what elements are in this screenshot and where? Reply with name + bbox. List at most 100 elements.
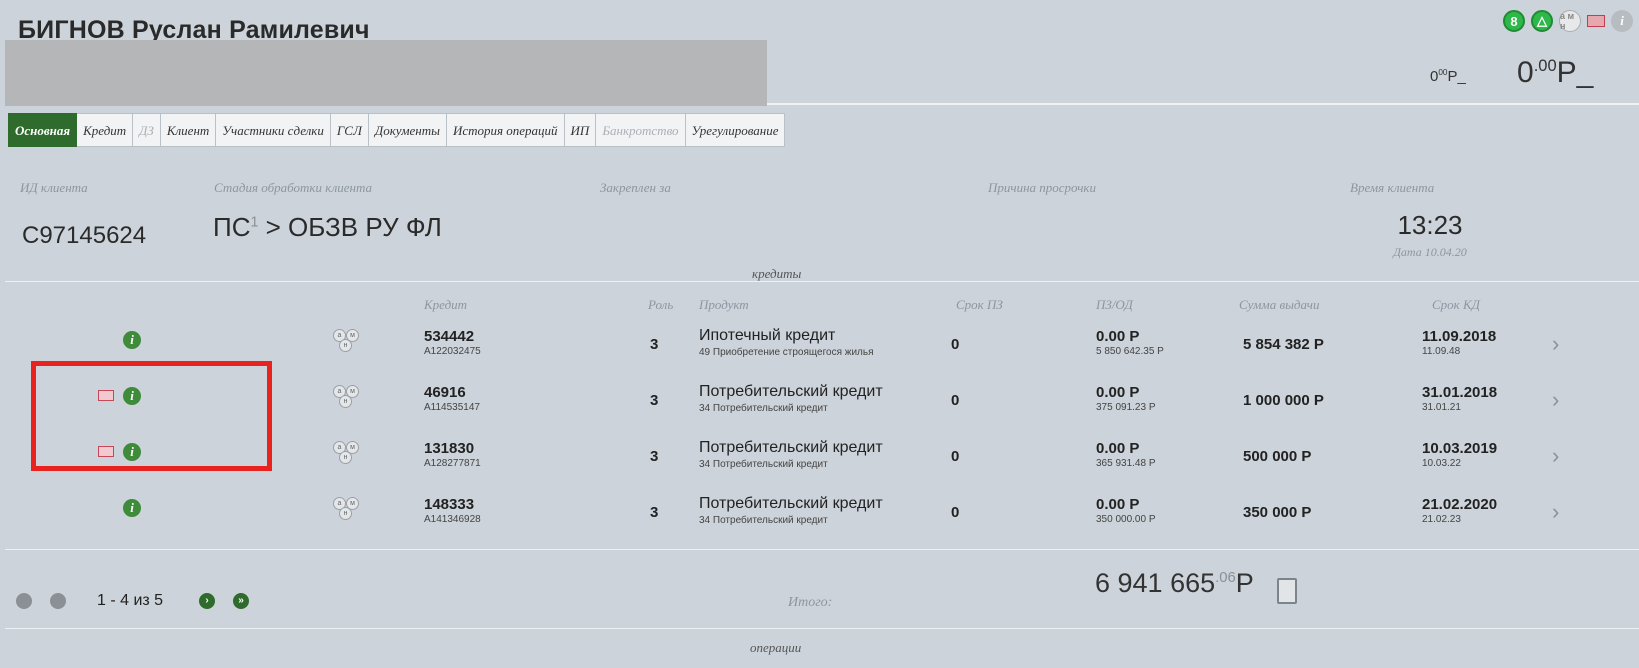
chevron-right-icon[interactable]: › <box>1552 331 1559 357</box>
tab-participants[interactable]: Участники сделки <box>216 113 331 147</box>
amount-value: 500 000 Р <box>1243 448 1312 465</box>
product-name: Ипотечный кредит <box>699 327 836 344</box>
role-value: 3 <box>650 504 659 521</box>
credits-divider <box>5 281 1639 282</box>
table-footer-divider <box>5 549 1639 550</box>
roles-icon[interactable]: a м н <box>1559 10 1581 32</box>
flag-icon[interactable] <box>1587 15 1605 27</box>
amount-value: 1 000 000 Р <box>1243 392 1324 409</box>
roles-icon[interactable]: aмн <box>333 329 361 353</box>
tab-gsl[interactable]: ГСЛ <box>330 113 369 147</box>
product-name: Потребительский кредит <box>699 495 883 512</box>
term-kd-sub: 10.03.22 <box>1422 458 1461 469</box>
credit-account: А128277871 <box>424 458 481 469</box>
col-term-kd: Срок КД <box>1432 297 1480 312</box>
product-name: Потребительский кредит <box>699 439 883 456</box>
col-amount: Сумма выдачи <box>1239 297 1320 312</box>
calculator-icon[interactable] <box>1277 578 1297 604</box>
role-value: 3 <box>650 448 659 465</box>
credit-number[interactable]: 46916 <box>424 384 466 401</box>
roles-icon[interactable]: aмн <box>333 497 361 521</box>
product-sub: 34 Потребительский кредит <box>699 515 828 526</box>
role-value: 3 <box>650 336 659 353</box>
status-8-icon[interactable]: 8 <box>1503 10 1525 32</box>
od-value: 365 931.48 Р <box>1096 458 1156 469</box>
credit-number[interactable]: 534442 <box>424 328 474 345</box>
client-date: Дата 10.04.20 <box>1393 245 1467 259</box>
od-value: 5 850 642.35 Р <box>1096 346 1164 357</box>
col-credit: Кредит <box>424 297 468 312</box>
next-page-button[interactable]: › <box>199 593 215 609</box>
term-kd: 10.03.2019 <box>1422 440 1498 457</box>
term-kd: 31.01.2018 <box>1422 384 1498 401</box>
first-page-button[interactable] <box>16 593 32 609</box>
tab-credit[interactable]: Кредит <box>77 113 134 147</box>
tab-operations-history[interactable]: История операций <box>446 113 565 147</box>
prev-page-button[interactable] <box>50 593 66 609</box>
od-value: 350 000.00 Р <box>1096 514 1156 525</box>
pz-value: 0.00 Р <box>1096 328 1140 345</box>
tab-documents[interactable]: Документы <box>368 113 447 147</box>
col-product: Продукт <box>699 297 749 312</box>
term-kd: 11.09.2018 <box>1422 328 1497 345</box>
balance-small: 000Р_ <box>1430 68 1466 85</box>
tab-dz[interactable]: ДЗ <box>133 113 161 147</box>
credit-account: А122032475 <box>424 346 481 357</box>
term-pz: 0 <box>951 504 960 521</box>
total-value: 6 941 665.06Р <box>1095 568 1254 598</box>
col-pz-od: ПЗ/ОД <box>1096 297 1133 312</box>
term-kd-sub: 31.01.21 <box>1422 402 1461 413</box>
operations-divider <box>5 628 1639 629</box>
col-role: Роль <box>648 297 674 312</box>
amount-value: 350 000 Р <box>1243 504 1312 521</box>
credit-number[interactable]: 148333 <box>424 496 474 513</box>
overdue-reason-label: Причина просрочки <box>988 180 1097 195</box>
tab-settlement[interactable]: Урегулирование <box>685 113 786 147</box>
highlight-box <box>31 361 272 471</box>
credit-number[interactable]: 131830 <box>424 440 474 457</box>
table-row[interactable]: i aмн 148333 А141346928 3 Потребительски… <box>0 493 1639 549</box>
tab-client[interactable]: Клиент <box>160 113 217 147</box>
product-sub: 34 Потребительский кредит <box>699 403 828 414</box>
client-time-label: Время клиента <box>1350 180 1435 195</box>
chevron-right-icon[interactable]: › <box>1552 499 1559 525</box>
chevron-right-icon[interactable]: › <box>1552 443 1559 469</box>
product-name: Потребительский кредит <box>699 383 883 400</box>
od-value: 375 091.23 Р <box>1096 402 1156 413</box>
credit-account: А114535147 <box>424 402 480 413</box>
status-icons: 8 △ a м н i <box>1503 10 1633 32</box>
stage-label: Стадия обработки клиента <box>214 180 372 195</box>
pz-value: 0.00 Р <box>1096 440 1140 457</box>
chevron-right-icon[interactable]: › <box>1552 387 1559 413</box>
client-time: 13:23 <box>1397 210 1463 240</box>
stage-value: ПС1 > ОБЗВ РУ ФЛ <box>213 212 442 242</box>
tab-main[interactable]: Основная <box>8 113 78 147</box>
info-icon[interactable]: i <box>123 499 141 517</box>
assigned-label: Закреплен за <box>600 180 671 195</box>
product-sub: 49 Приобретение строящегося жилья <box>699 347 874 358</box>
tab-bankruptcy[interactable]: Банкротство <box>596 113 686 147</box>
role-value: 3 <box>650 392 659 409</box>
term-kd-sub: 11.09.48 <box>1422 346 1461 357</box>
info-icon[interactable]: i <box>123 331 141 349</box>
main-tabs: Основная Кредит ДЗ Клиент Участники сдел… <box>8 113 786 147</box>
term-pz: 0 <box>951 392 960 409</box>
total-label: Итого: <box>788 595 833 610</box>
credits-section-title: кредиты <box>752 266 802 281</box>
info-icon[interactable]: i <box>1611 10 1633 32</box>
amount-value: 5 854 382 Р <box>1243 336 1324 353</box>
roles-icon[interactable]: aмн <box>333 441 361 465</box>
roles-icon[interactable]: aмн <box>333 385 361 409</box>
term-kd-sub: 21.02.23 <box>1422 514 1461 525</box>
client-id: С97145624 <box>22 222 147 249</box>
tab-ip[interactable]: ИП <box>564 113 597 147</box>
col-term-pz: Срок ПЗ <box>956 297 1003 312</box>
last-page-button[interactable]: » <box>233 593 249 609</box>
operations-section-title: операции <box>750 640 802 655</box>
redacted-area <box>5 40 767 106</box>
header-divider <box>767 103 1639 105</box>
balance-big: 0.00Р_ <box>1517 56 1594 89</box>
pager-text: 1 - 4 из 5 <box>97 592 164 609</box>
warning-triangle-icon[interactable]: △ <box>1531 10 1553 32</box>
pz-value: 0.00 Р <box>1096 496 1140 513</box>
